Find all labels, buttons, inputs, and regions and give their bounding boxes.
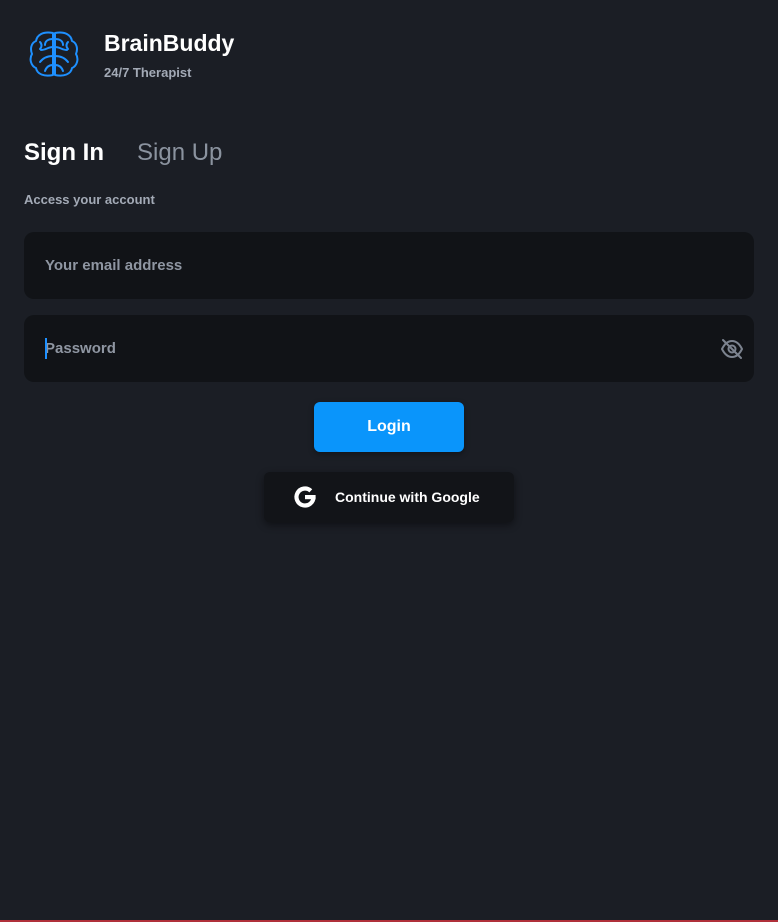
auth-tabs: Sign In Sign Up	[24, 137, 222, 169]
text-cursor	[45, 338, 47, 359]
google-g-icon	[294, 486, 316, 508]
login-page: BrainBuddy 24/7 Therapist Sign In Sign U…	[0, 0, 778, 922]
tab-sign-in[interactable]: Sign In	[24, 137, 104, 169]
brand-text: BrainBuddy 24/7 Therapist	[104, 29, 234, 81]
login-button[interactable]: Login	[314, 402, 464, 452]
form-subtitle: Access your account	[24, 192, 155, 207]
google-signin-button[interactable]: Continue with Google	[264, 472, 514, 522]
email-field-container	[24, 232, 754, 299]
brand-tagline: 24/7 Therapist	[104, 65, 192, 80]
brand-name: BrainBuddy	[104, 30, 235, 56]
email-field[interactable]	[45, 232, 705, 299]
tab-sign-up[interactable]: Sign Up	[137, 137, 222, 169]
brand-header: BrainBuddy 24/7 Therapist	[29, 29, 234, 81]
password-field[interactable]	[45, 315, 705, 382]
google-button-label: Continue with Google	[335, 489, 480, 505]
brain-icon	[29, 31, 79, 77]
password-field-container	[24, 315, 754, 382]
eye-off-icon[interactable]	[720, 337, 744, 361]
